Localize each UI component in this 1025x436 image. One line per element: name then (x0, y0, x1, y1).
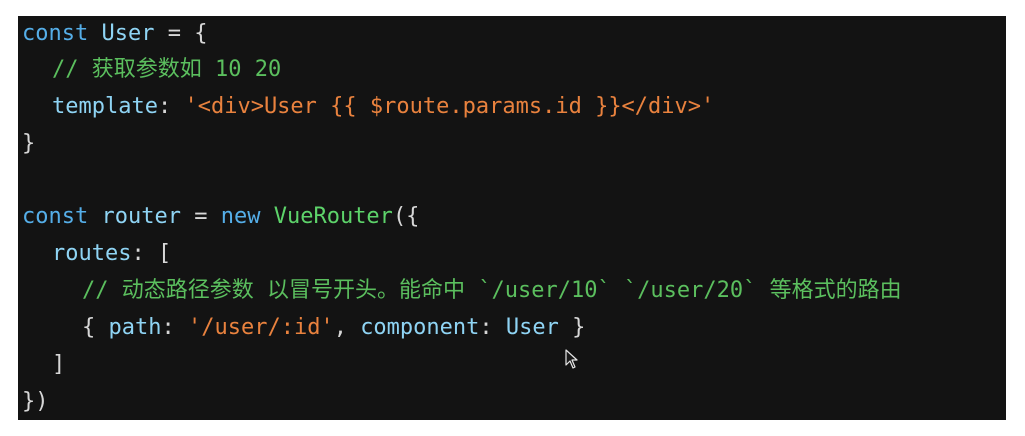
open-brace: { (82, 315, 96, 340)
colon: : (161, 315, 175, 340)
string-path: '/user/:id' (187, 315, 334, 340)
close-brace-paren: }) (22, 389, 49, 414)
keyword-new: new (220, 204, 261, 229)
code-line-11: }) (22, 384, 49, 420)
colon: : (479, 315, 493, 340)
string-template: '<div>User {{ $route.params.id }}</div>' (184, 94, 715, 119)
code-line-8: // 动态路径参数 以冒号开头。能命中 `/user/10` `/user/20… (82, 273, 902, 309)
close-bracket: ] (52, 352, 66, 377)
code-editor[interactable]: const User = { // 获取参数如 10 20 template: … (18, 16, 1006, 420)
code-line-2: // 获取参数如 10 20 (52, 52, 281, 88)
open-bracket: [ (157, 241, 172, 266)
property-path: path (108, 315, 162, 340)
operator-assign: = (194, 204, 208, 229)
identifier-user: User (505, 315, 559, 340)
colon: : (131, 241, 145, 266)
open-paren-brace: ({ (392, 204, 420, 229)
property-routes: routes (52, 241, 132, 266)
code-line-3: template: '<div>User {{ $route.params.id… (52, 89, 714, 125)
keyword-const: const (22, 21, 89, 46)
identifier-user: User (101, 21, 155, 46)
code-line-10: ] (52, 347, 65, 383)
code-line-9: { path: '/user/:id', component: User } (82, 310, 585, 346)
code-line-4: } (22, 126, 35, 162)
colon: : (157, 94, 172, 119)
mouse-pointer-icon (565, 349, 578, 369)
identifier-router: router (101, 204, 181, 229)
close-brace: } (22, 131, 36, 156)
close-brace: } (572, 315, 586, 340)
code-line-6: const router = new VueRouter({ (22, 199, 419, 235)
code-line-1: const User = { (22, 16, 207, 52)
operator-assign: = (167, 21, 181, 46)
keyword-const: const (22, 204, 89, 229)
class-vuerouter: VueRouter (273, 204, 393, 229)
comment-dynamic-route: // 动态路径参数 以冒号开头。能命中 `/user/10` `/user/20… (82, 278, 902, 303)
comma: , (333, 315, 347, 340)
property-template: template (52, 94, 158, 119)
property-component: component (360, 315, 480, 340)
code-line-7: routes: [ (52, 236, 171, 272)
comment-params: // 获取参数如 10 20 (52, 57, 282, 82)
open-brace: { (194, 21, 208, 46)
